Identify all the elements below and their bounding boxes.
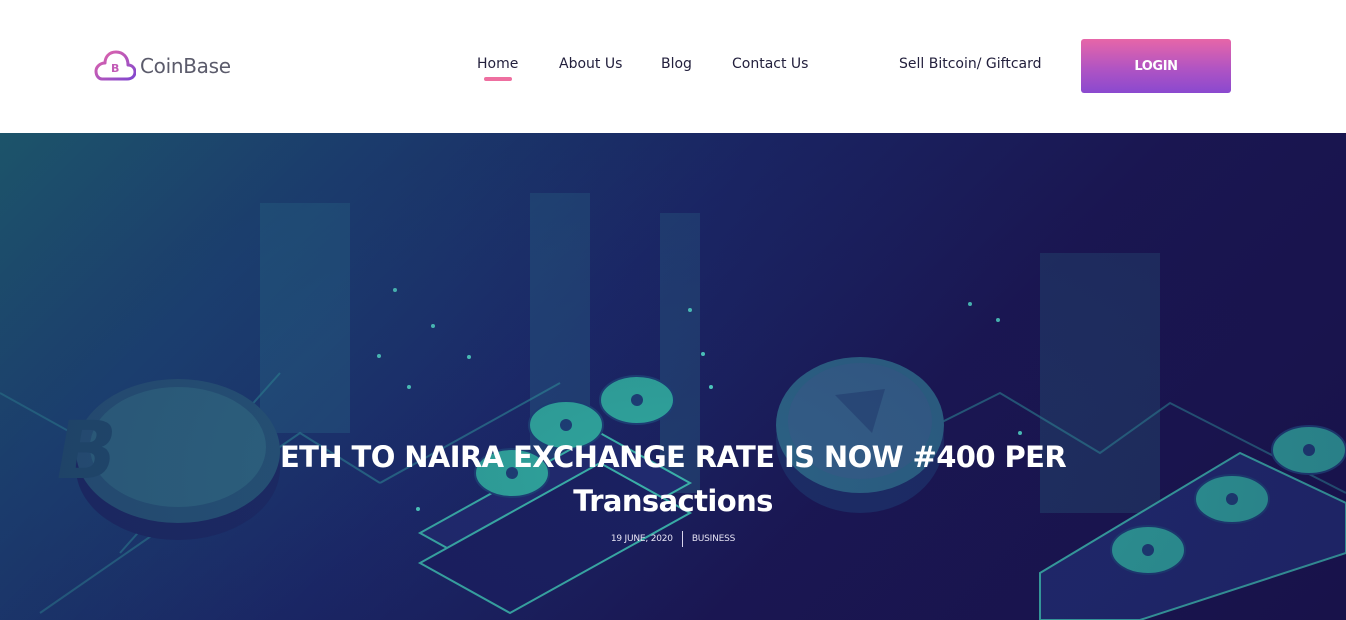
svg-text:B: B — [111, 62, 119, 75]
brand-name: CoinBase — [140, 54, 231, 78]
nav-item-home[interactable]: Home — [477, 56, 518, 72]
post-title-line-1: ETH TO NAIRA EXCHANGE RATE IS NOW #400 P… — [279, 440, 1067, 474]
nav-item-about-us[interactable]: About Us — [559, 56, 622, 72]
meta-divider — [681, 531, 683, 547]
brand-logo[interactable]: B CoinBase — [94, 49, 231, 83]
hero-banner: B ETH TO NAIRA EXCHAN — [0, 133, 1346, 620]
post-title: ETH TO NAIRA EXCHANGE RATE IS NOW #400 P… — [223, 435, 1123, 523]
nav-item-blog[interactable]: Blog — [661, 56, 692, 72]
post-date: 19 JUNE, 2020 — [610, 534, 673, 544]
login-button[interactable]: LOGIN — [1081, 39, 1231, 93]
post-category[interactable]: BUSINESS — [692, 534, 736, 544]
sell-bitcoin-giftcard-link[interactable]: Sell Bitcoin/ Giftcard — [899, 56, 1042, 72]
post-meta: 19 JUNE, 2020 BUSINESS — [0, 531, 1346, 547]
site-header: B CoinBase Home About Us Blog Contact Us… — [0, 0, 1346, 133]
post-title-line-2: Transactions — [573, 484, 773, 518]
cloud-bitcoin-icon: B — [94, 50, 136, 81]
nav-item-contact-us[interactable]: Contact Us — [732, 56, 808, 72]
